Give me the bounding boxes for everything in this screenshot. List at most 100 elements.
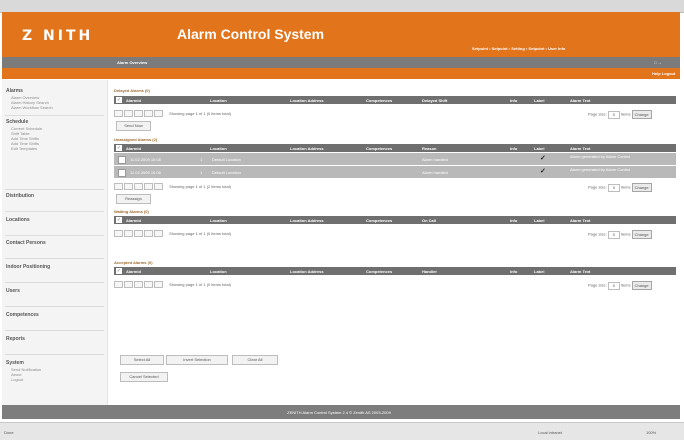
select-all-button[interactable]: Select All: [120, 355, 164, 365]
send-now-button[interactable]: Send Now: [116, 121, 151, 131]
clear-all-button[interactable]: Clear All: [232, 355, 278, 365]
page-number-button[interactable]: [134, 230, 143, 237]
col-label[interactable]: Label: [534, 98, 544, 103]
sidebar-item-alarms[interactable]: Alarms: [6, 88, 23, 94]
col-location[interactable]: Location: [210, 146, 227, 151]
sidebar-subitem-logout[interactable]: Logout: [11, 377, 23, 382]
sidebar-subitem-edit-templates[interactable]: Edit Templates: [11, 146, 37, 151]
next-page-button[interactable]: [144, 110, 153, 117]
select-all-checkbox[interactable]: ✓: [116, 97, 122, 103]
page-number-button[interactable]: [134, 110, 143, 117]
prev-page-button[interactable]: [124, 183, 133, 190]
unassigned-pager: Showing page 1 of 1 (2 items total): [114, 183, 231, 190]
delayed-pager: Showing page 1 of 1 (0 items total): [114, 110, 231, 117]
sidebar-item-contact-persons[interactable]: Contact Persons: [6, 240, 46, 246]
top-navigation[interactable]: Setpoint • Setpoint • Setting • Setpoint…: [472, 46, 565, 51]
sidebar-item-system[interactable]: System: [6, 360, 24, 366]
zoom-level[interactable]: 100%: [646, 430, 656, 435]
sidebar-item-locations[interactable]: Locations: [6, 217, 30, 223]
prev-page-button[interactable]: [124, 281, 133, 288]
col-alarmid[interactable]: Alarmid: [126, 269, 141, 274]
cell-flag: 1: [200, 170, 203, 175]
change-button[interactable]: Change: [631, 281, 652, 290]
col-competences[interactable]: Competences: [366, 269, 392, 274]
sidebar-item-distribution[interactable]: Distribution: [6, 193, 34, 199]
col-reason[interactable]: Reason: [422, 146, 436, 151]
change-button[interactable]: Change: [631, 110, 652, 119]
col-location[interactable]: Location: [210, 218, 227, 223]
next-page-button[interactable]: [144, 183, 153, 190]
col-on-call[interactable]: On Call: [422, 218, 436, 223]
col-alarmid[interactable]: Alarmid: [126, 146, 141, 151]
col-label[interactable]: Label: [534, 146, 544, 151]
col-info[interactable]: Info: [510, 218, 517, 223]
unassigned-table-header: ✓ Alarmid Location Location Address Comp…: [114, 144, 676, 152]
page-number-button[interactable]: [134, 183, 143, 190]
last-page-button[interactable]: [154, 183, 163, 190]
sidebar-item-reports[interactable]: Reports: [6, 336, 25, 342]
first-page-button[interactable]: [114, 281, 123, 288]
change-button[interactable]: Change: [631, 183, 652, 192]
sidebar-subitem-alarm-workflow[interactable]: Alarm Workflow Search: [11, 105, 53, 110]
col-location[interactable]: Location: [210, 98, 227, 103]
col-alarm-text[interactable]: Alarm Text: [570, 146, 590, 151]
last-page-button[interactable]: [154, 110, 163, 117]
cell-alarm-text: Alarm generated by Alarm Control: [570, 154, 631, 159]
invert-selection-button[interactable]: Invert Selection: [166, 355, 228, 365]
next-page-button[interactable]: [144, 230, 153, 237]
col-alarmid[interactable]: Alarmid: [126, 98, 141, 103]
col-competences[interactable]: Competences: [366, 146, 392, 151]
last-page-button[interactable]: [154, 230, 163, 237]
first-page-button[interactable]: [114, 110, 123, 117]
page-size-input[interactable]: 5: [607, 230, 620, 239]
select-all-checkbox[interactable]: ✓: [116, 268, 122, 274]
page-size-input[interactable]: 5: [607, 183, 620, 192]
col-info[interactable]: Info: [510, 269, 517, 274]
col-location[interactable]: Location: [210, 269, 227, 274]
reassign-button[interactable]: Reassign: [116, 194, 151, 204]
first-page-button[interactable]: [114, 183, 123, 190]
col-location-address[interactable]: Location Address: [290, 98, 324, 103]
col-info[interactable]: Info: [510, 98, 517, 103]
col-info[interactable]: Info: [510, 146, 517, 151]
sidebar-item-users[interactable]: Users: [6, 288, 20, 294]
sidebar-item-schedule[interactable]: Schedule: [6, 119, 28, 125]
col-alarm-text[interactable]: Alarm Text: [570, 218, 590, 223]
prev-page-button[interactable]: [124, 110, 133, 117]
col-alarmid[interactable]: Alarmid: [126, 218, 141, 223]
select-all-checkbox[interactable]: ✓: [116, 145, 122, 151]
select-all-checkbox[interactable]: ✓: [116, 217, 122, 223]
col-alarm-text[interactable]: Alarm Text: [570, 269, 590, 274]
page-number-button[interactable]: [134, 281, 143, 288]
col-location-address[interactable]: Location Address: [290, 146, 324, 151]
sidebar-divider: [5, 258, 104, 259]
sidebar-item-indoor-positioning[interactable]: Indoor Positioning: [6, 264, 50, 270]
cell-flag: 1: [200, 157, 203, 162]
change-button[interactable]: Change: [631, 230, 652, 239]
row-checkbox[interactable]: [118, 169, 126, 177]
table-row[interactable]: 11.02.2009 10:08 1 Default Location Alar…: [114, 153, 676, 166]
col-label[interactable]: Label: [534, 218, 544, 223]
table-row[interactable]: 11.02.2009 10:06 1 Default Location Alar…: [114, 166, 676, 179]
help-logout-links[interactable]: Help Logout: [652, 71, 675, 76]
page-size-input[interactable]: 5: [607, 281, 620, 290]
unassigned-alarms-title: Unassigned Alarms (2): [114, 137, 158, 142]
pager-text: Showing page 1 of 1 (0 items total): [169, 282, 231, 287]
col-location-address[interactable]: Location Address: [290, 269, 324, 274]
prev-page-button[interactable]: [124, 230, 133, 237]
col-label[interactable]: Label: [534, 269, 544, 274]
col-handler[interactable]: Handler: [422, 269, 437, 274]
col-competences[interactable]: Competences: [366, 218, 392, 223]
col-competences[interactable]: Competences: [366, 98, 392, 103]
page-size-input[interactable]: 5: [607, 110, 620, 119]
col-delayed-shift[interactable]: Delayed Shift: [422, 98, 447, 103]
window-icons[interactable]: □ →: [654, 60, 662, 65]
last-page-button[interactable]: [154, 281, 163, 288]
next-page-button[interactable]: [144, 281, 153, 288]
col-alarm-text[interactable]: Alarm Text: [570, 98, 590, 103]
col-location-address[interactable]: Location Address: [290, 218, 324, 223]
row-checkbox[interactable]: [118, 156, 126, 164]
cancel-selected-button[interactable]: Cancel Selected: [120, 372, 168, 382]
first-page-button[interactable]: [114, 230, 123, 237]
sidebar-item-competences[interactable]: Competences: [6, 312, 39, 318]
